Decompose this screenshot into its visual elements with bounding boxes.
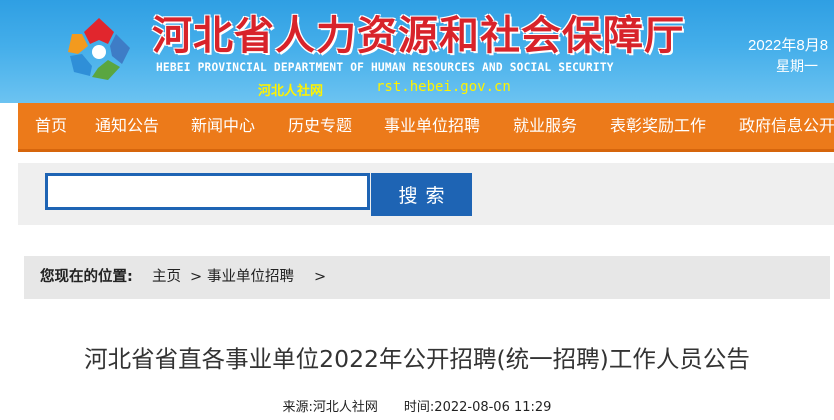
site-title: 河北省人力资源和社会保障厅 — [152, 13, 685, 59]
breadcrumb-lead: 您现在的位置: — [40, 269, 133, 285]
main-nav: 首页 通知公告 新闻中心 历史专题 事业单位招聘 就业服务 表彰奖励工作 政府信… — [18, 103, 834, 152]
article-meta: 来源:河北人社网 时间:2022-08-06 11:29 — [0, 396, 834, 415]
star-petal-logo-icon[interactable] — [64, 14, 134, 84]
breadcrumb-separator: > — [190, 269, 203, 285]
nav-item-news[interactable]: 新闻中心 — [191, 103, 255, 149]
site-header: 河北省人力资源和社会保障厅 HEBEI PROVINCIAL DEPARTMEN… — [0, 0, 834, 103]
breadcrumb-home-link[interactable]: 主页 — [152, 256, 181, 299]
nav-item-awards[interactable]: 表彰奖励工作 — [610, 103, 706, 149]
nav-item-gov-info[interactable]: 政府信息公开 — [739, 103, 834, 149]
nav-item-recruitment[interactable]: 事业单位招聘 — [384, 103, 480, 149]
nav-item-notices[interactable]: 通知公告 — [95, 103, 159, 149]
search-input[interactable] — [45, 173, 370, 210]
site-domain: rst.hebei.gov.cn — [376, 79, 511, 95]
article-source: 来源:河北人社网 — [282, 400, 378, 415]
site-subtitle: HEBEI PROVINCIAL DEPARTMENT OF HUMAN RES… — [156, 61, 614, 74]
article-time: 时间:2022-08-06 11:29 — [403, 400, 552, 415]
breadcrumb: 您现在的位置: 主页 > 事业单位招聘 > — [24, 256, 830, 299]
current-weekday: 星期一 — [776, 59, 818, 75]
article-title: 河北省省直各事业单位2022年公开招聘(统一招聘)工作人员公告 — [84, 345, 750, 373]
nav-item-employment[interactable]: 就业服务 — [513, 103, 577, 149]
nav-item-home[interactable]: 首页 — [35, 103, 67, 149]
site-short-name: 河北人社网 — [258, 84, 324, 99]
search-button[interactable]: 搜索 — [371, 173, 472, 216]
current-date: 2022年8月8 — [748, 37, 829, 54]
breadcrumb-separator: > — [314, 269, 327, 285]
breadcrumb-recruitment-link[interactable]: 事业单位招聘 — [207, 256, 294, 299]
search-area: 搜索 — [18, 163, 834, 225]
nav-item-history[interactable]: 历史专题 — [288, 103, 352, 149]
